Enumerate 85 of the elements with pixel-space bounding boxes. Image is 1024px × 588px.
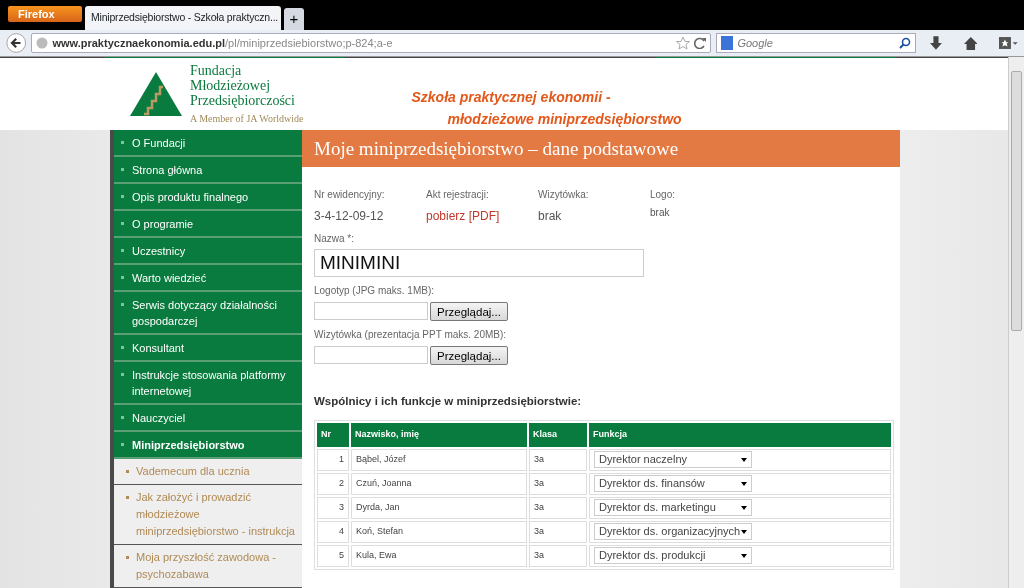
table-cell: 3a <box>529 544 587 567</box>
table-cell: Koń, Stefan <box>351 520 527 543</box>
section-heading: Wspólnicy i ich funkcje w miniprzedsiębiorstwie: <box>314 394 583 409</box>
bookmarks-icon[interactable] <box>999 36 1018 50</box>
name-field[interactable]: MINIMINI <box>314 249 644 277</box>
column-header: Nr <box>317 423 349 447</box>
table-cell: 3 <box>317 496 349 519</box>
table-cell: 3a <box>529 520 587 543</box>
field-value: brak <box>650 206 671 220</box>
field-label: Nr ewidencyjny: <box>314 188 386 202</box>
caret-icon <box>741 481 747 486</box>
table-cell: 3a <box>529 496 587 519</box>
caret-icon <box>741 505 747 510</box>
function-dropdown[interactable]: Dyrektor ds. marketingu <box>594 499 752 517</box>
org-name-line: Fundacja <box>190 62 243 78</box>
table-cell: Bąbel, Józef <box>351 448 527 471</box>
field-value: 3-4-12-09-12 <box>314 208 384 225</box>
sidebar-item[interactable]: Warto wiedzieć <box>114 265 302 292</box>
table-cell: 3a <box>529 448 587 471</box>
slogan-line: Szkoła praktycznej ekonomii - <box>411 88 612 107</box>
field-label: Nazwa *: <box>314 232 355 246</box>
field-label: Logotyp (JPG maks. 1MB): <box>314 284 436 298</box>
browse-button[interactable]: Przeglądaj... <box>430 302 508 321</box>
sidebar-item[interactable]: Opis produktu finalnego <box>114 184 302 211</box>
function-dropdown[interactable]: Dyrektor naczelny <box>594 451 752 469</box>
slogan-line: młodzieżowe miniprzedsiębiorstwo <box>446 110 682 129</box>
table-cell: Czuń, Joanna <box>351 472 527 495</box>
table-cell: 5 <box>317 544 349 567</box>
column-header: Nazwisko, imię <box>351 423 527 447</box>
function-dropdown[interactable]: Dyrektor ds. organizacyjnych <box>594 523 752 541</box>
search-field[interactable]: Google <box>716 33 917 53</box>
caret-icon <box>741 553 747 558</box>
sidebar-item[interactable]: Nauczyciel <box>114 405 302 432</box>
logo-icon <box>130 72 182 116</box>
reload-icon[interactable] <box>694 37 707 49</box>
star-icon[interactable] <box>676 36 691 50</box>
sidebar-item[interactable]: Miniprzedsiębiorstwo <box>114 432 302 459</box>
table-cell: 3a <box>529 472 587 495</box>
sidebar-item[interactable]: Instrukcje stosowania platformy internetowej <box>114 362 302 405</box>
sidebar-item[interactable]: Serwis dotyczący działalności gospodarczej <box>114 292 302 335</box>
org-name-line: Młodzieżowej <box>190 77 272 93</box>
download-icon[interactable] <box>929 35 942 51</box>
home-icon[interactable] <box>963 35 978 51</box>
org-name-line: Przedsiębiorczości <box>190 92 296 108</box>
sidebar-subitem[interactable]: Vademecum dla ucznia <box>114 459 302 485</box>
table-cell: 1 <box>317 448 349 471</box>
menu-button[interactable]: Firefox <box>8 6 82 22</box>
field-label: Wizytówka: <box>538 188 590 202</box>
tagline: A Member of JA Worldwide <box>190 111 304 126</box>
caret-icon <box>741 457 747 462</box>
page-title: Moje miniprzedsiębiorstwo – dane podstawowe <box>302 130 900 167</box>
address-bar[interactable]: www.praktycznaekonomia.edu.pl/pl/miniprzedsiebiorstwo;p-824;a-e <box>31 33 712 53</box>
table-cell: Dyrda, Jan <box>351 496 527 519</box>
table-cell: Kula, Ewa <box>351 544 527 567</box>
browser-tab[interactable]: Miniprzedsiębiorstwo - Szkoła praktyczn... <box>85 6 281 30</box>
tab-title: Miniprzedsiębiorstwo - Szkoła praktyczn... <box>91 10 279 26</box>
field-value: brak <box>538 208 562 225</box>
table-cell: 4 <box>317 520 349 543</box>
field-label: Wizytówka (prezentacja PPT maks. 20MB): <box>314 328 508 342</box>
sidebar-item[interactable]: Strona główna <box>114 157 302 184</box>
field-label: Akt rejestracji: <box>426 188 490 202</box>
function-dropdown[interactable]: Dyrektor ds. produkcji <box>594 547 752 565</box>
scrollbar[interactable] <box>1008 57 1024 588</box>
browse-button[interactable]: Przeglądaj... <box>430 346 508 365</box>
url-text: www.praktycznaekonomia.edu.pl/pl/miniprzedsiebiorstwo;p-824;a-e <box>52 35 394 51</box>
table-cell: 2 <box>317 472 349 495</box>
column-header: Funkcja <box>589 423 891 447</box>
download-link[interactable]: pobierz [PDF] <box>426 207 500 225</box>
search-placeholder: Google <box>737 35 774 51</box>
field-label: Logo: <box>650 188 677 202</box>
sidebar-item[interactable]: Konsultant <box>114 335 302 362</box>
caret-icon <box>741 529 747 534</box>
file-field[interactable] <box>314 302 428 320</box>
back-icon[interactable] <box>6 31 27 55</box>
sidebar-subitem[interactable]: Jak założyć i prowadzić młodzieżowe miniprzedsiębiorstwo - instrukcja <box>114 485 302 545</box>
new-tab-button[interactable]: + <box>284 8 304 30</box>
column-header: Klasa <box>529 423 587 447</box>
function-dropdown[interactable]: Dyrektor ds. finansów <box>594 475 752 493</box>
sidebar-item[interactable]: Uczestnicy <box>114 238 302 265</box>
search-icon[interactable] <box>899 37 912 49</box>
sidebar-subitem[interactable]: Moja przyszłość zawodowa - psychozabawa <box>114 545 302 588</box>
file-field[interactable] <box>314 346 428 364</box>
sidebar-item[interactable]: O Fundacji <box>114 130 302 157</box>
sidebar-item[interactable]: O programie <box>114 211 302 238</box>
search-engine-icon[interactable] <box>721 36 734 50</box>
